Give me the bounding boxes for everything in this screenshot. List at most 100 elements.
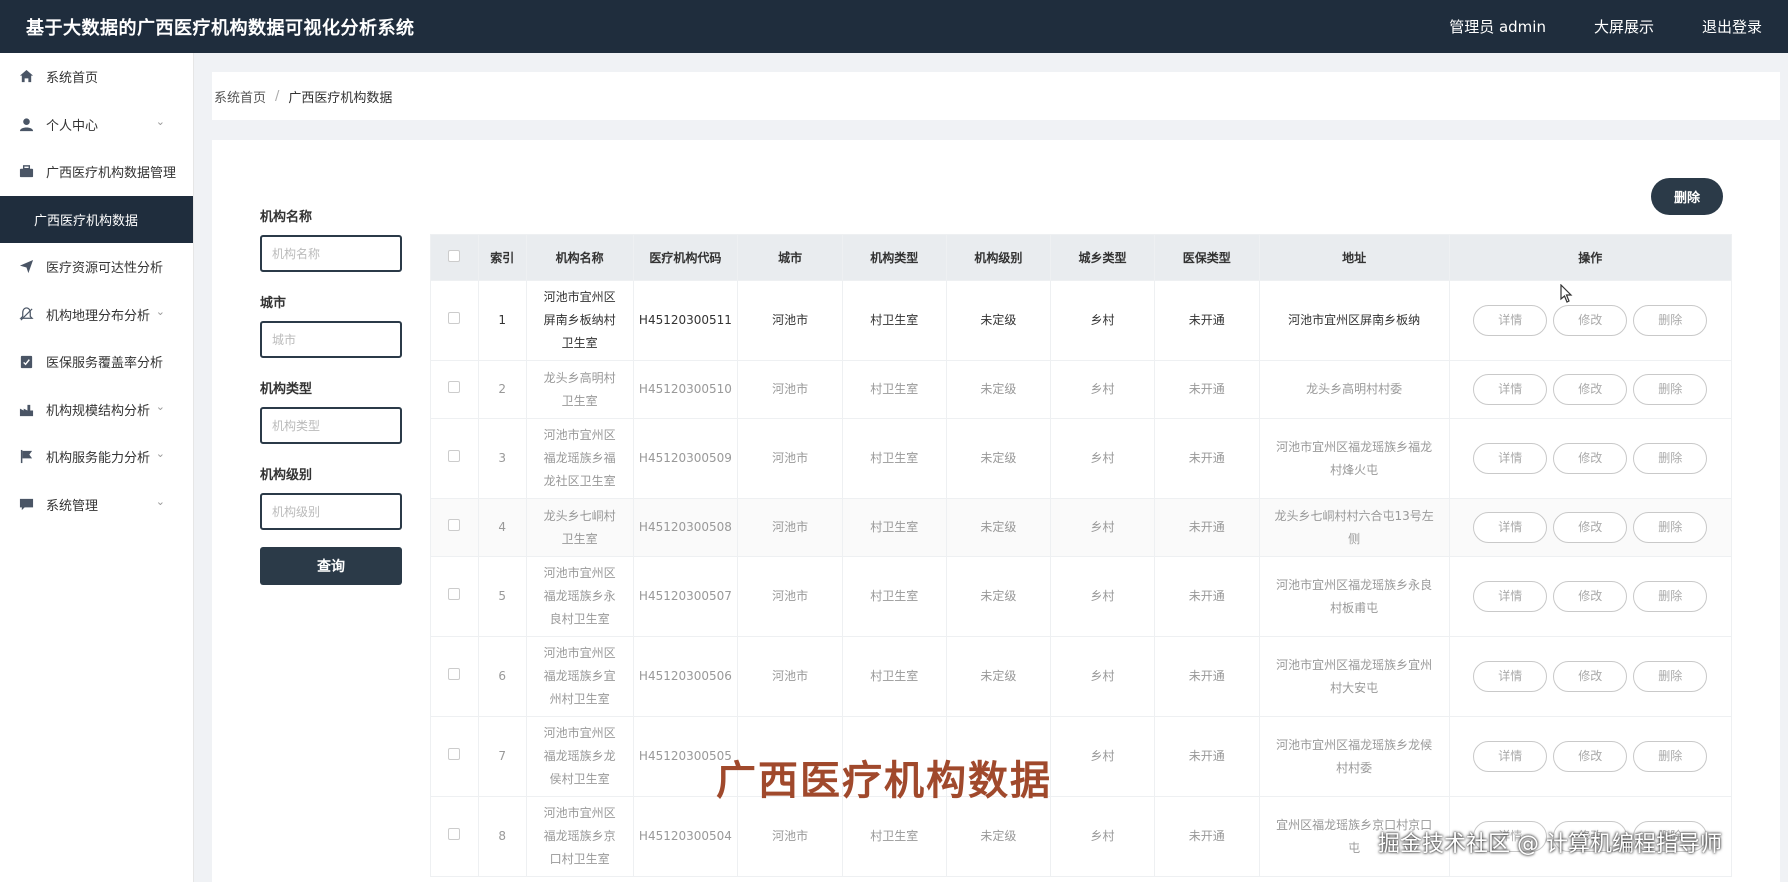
edit-button[interactable]: 修改 xyxy=(1553,443,1628,474)
city-filter-input[interactable] xyxy=(260,321,402,358)
cell-city: 河池市 xyxy=(737,418,843,499)
row-checkbox[interactable] xyxy=(448,668,461,680)
detail-button[interactable]: 详情 xyxy=(1473,443,1548,474)
row-checkbox[interactable] xyxy=(448,312,461,324)
sidebar-item-scale-structure[interactable]: 机构规模结构分析 ⌄ xyxy=(0,386,193,434)
sidebar-item-personal[interactable]: 个人中心 ⌄ xyxy=(0,101,193,149)
row-actions-cell: 详情 修改 删除 xyxy=(1448,418,1733,499)
edit-button[interactable]: 修改 xyxy=(1553,305,1628,336)
row-delete-button[interactable]: 删除 xyxy=(1633,443,1708,474)
row-delete-button[interactable]: 删除 xyxy=(1633,581,1708,612)
row-delete-button[interactable]: 删除 xyxy=(1633,305,1708,336)
row-select-cell[interactable] xyxy=(430,418,479,499)
type-filter-label: 机构类型 xyxy=(260,382,313,397)
table-row[interactable]: 3 河池市宜州区福龙瑶族乡福龙社区卫生室 H45120300509 河池市 村卫生室 未定… xyxy=(430,418,1733,499)
cell-index: 6 xyxy=(477,636,527,717)
table-row[interactable]: 4 龙头乡七峒村卫生室 H45120300508 河池市 村卫生室 未定级 乡村 未开通 龙头乡… xyxy=(430,498,1733,557)
cell-area: 乡村 xyxy=(1050,636,1155,717)
sidebar-item-geo-distribution[interactable]: 机构地理分布分析 ⌄ xyxy=(0,291,193,339)
cell-city: 河池市 xyxy=(737,498,843,557)
admin-user-link[interactable]: 管理员 admin xyxy=(1449,16,1546,37)
row-actions: 详情 修改 删除 xyxy=(1454,741,1727,772)
breadcrumb-home[interactable]: 系统首页 xyxy=(214,87,266,106)
flag-icon xyxy=(18,449,34,465)
name-filter-label: 机构名称 xyxy=(260,210,313,225)
row-delete-button[interactable]: 删除 xyxy=(1633,661,1708,692)
table-row[interactable]: 5 河池市宜州区福龙瑶族乡永良村卫生室 H45120300507 河池市 村卫生室 未定级… xyxy=(430,556,1733,637)
level-filter-input[interactable] xyxy=(260,493,402,530)
message-icon xyxy=(18,496,34,512)
cell-address: 龙头乡高明村村委 xyxy=(1258,360,1450,419)
row-checkbox[interactable] xyxy=(448,748,461,760)
cell-name: 龙头乡高明村卫生室 xyxy=(525,360,634,419)
table-row[interactable]: 6 河池市宜州区福龙瑶族乡宜州村卫生室 H45120300506 河池市 村卫生室 未定级… xyxy=(430,636,1733,717)
row-checkbox[interactable] xyxy=(448,519,461,531)
cell-code: H45120300508 xyxy=(632,498,739,557)
row-actions: 详情 修改 删除 xyxy=(1454,512,1727,543)
row-delete-button[interactable]: 删除 xyxy=(1633,374,1708,405)
detail-button[interactable]: 详情 xyxy=(1473,581,1548,612)
cell-level: 未定级 xyxy=(945,796,1052,877)
cell-code: H45120300509 xyxy=(632,418,739,499)
cell-name: 河池市宜州区福龙瑶族乡宜州村卫生室 xyxy=(525,636,634,717)
row-checkbox[interactable] xyxy=(448,450,461,462)
sidebar-item-insurance-coverage[interactable]: 医保服务覆盖率分析 xyxy=(0,338,193,386)
cell-name: 河池市宜州区福龙瑶族乡永良村卫生室 xyxy=(525,556,634,637)
row-select-cell[interactable] xyxy=(430,498,479,557)
row-select-cell[interactable] xyxy=(430,556,479,637)
sidebar-item-home[interactable]: 系统首页 xyxy=(0,53,193,101)
row-select-cell[interactable] xyxy=(430,796,479,877)
row-select-cell[interactable] xyxy=(430,636,479,717)
big-screen-link[interactable]: 大屏展示 xyxy=(1594,16,1654,37)
row-delete-button[interactable]: 删除 xyxy=(1633,512,1708,543)
cell-type: 村卫生室 xyxy=(841,280,947,361)
row-checkbox[interactable] xyxy=(448,828,461,840)
row-delete-button[interactable]: 删除 xyxy=(1633,741,1708,772)
row-actions: 详情 修改 删除 xyxy=(1454,374,1727,405)
table-row[interactable]: 2 龙头乡高明村卫生室 H45120300510 河池市 村卫生室 未定级 乡村 未开通 龙头乡… xyxy=(430,360,1733,419)
detail-button[interactable]: 详情 xyxy=(1473,661,1548,692)
cell-level: 未定级 xyxy=(945,556,1052,637)
breadcrumb-current: 广西医疗机构数据 xyxy=(288,90,393,106)
table-row[interactable]: 1 河池市宜州区屏南乡板纳村卫生室 H45120300511 河池市 村卫生室 未定级 乡村… xyxy=(430,280,1733,361)
sidebar-item-data-management[interactable]: 广西医疗机构数据管理 xyxy=(0,148,193,196)
edit-button[interactable]: 修改 xyxy=(1553,374,1628,405)
cell-type: 村卫生室 xyxy=(841,636,947,717)
cell-area: 乡村 xyxy=(1050,418,1155,499)
select-all-header[interactable] xyxy=(430,234,479,281)
cell-city: 河池市 xyxy=(737,636,843,717)
sidebar-item-service-capacity[interactable]: 机构服务能力分析 ⌄ xyxy=(0,433,193,481)
column-header-city: 城市 xyxy=(737,234,843,281)
batch-delete-button[interactable]: 删除 xyxy=(1651,178,1723,215)
row-actions-cell: 详情 修改 删除 xyxy=(1448,280,1733,361)
row-select-cell[interactable] xyxy=(430,716,479,797)
sidebar-item-medical-data[interactable]: 广西医疗机构数据 xyxy=(0,195,193,243)
column-header-code: 医疗机构代码 xyxy=(632,234,739,281)
edit-button[interactable]: 修改 xyxy=(1553,661,1628,692)
logout-link[interactable]: 退出登录 xyxy=(1702,16,1762,37)
row-checkbox[interactable] xyxy=(448,588,461,600)
edit-button[interactable]: 修改 xyxy=(1553,581,1628,612)
query-button[interactable]: 查询 xyxy=(260,547,402,585)
cell-level: 未定级 xyxy=(945,498,1052,557)
table-row[interactable]: 7 河池市宜州区福龙瑶族乡龙侯村卫生室 H45120300505 乡村 未开通 河池市宜州… xyxy=(430,716,1733,797)
cell-index: 3 xyxy=(477,418,527,499)
detail-button[interactable]: 详情 xyxy=(1473,374,1548,405)
sidebar-item-accessibility[interactable]: 医疗资源可达性分析 xyxy=(0,243,193,291)
cell-type: 村卫生室 xyxy=(841,498,947,557)
cell-insurance: 未开通 xyxy=(1153,498,1260,557)
type-filter-input[interactable] xyxy=(260,407,402,444)
detail-button[interactable]: 详情 xyxy=(1473,741,1548,772)
row-select-cell[interactable] xyxy=(430,280,479,361)
detail-button[interactable]: 详情 xyxy=(1473,305,1548,336)
detail-button[interactable]: 详情 xyxy=(1473,512,1548,543)
select-all-checkbox[interactable] xyxy=(448,250,461,262)
row-checkbox[interactable] xyxy=(448,381,461,393)
row-select-cell[interactable] xyxy=(430,360,479,419)
edit-button[interactable]: 修改 xyxy=(1553,512,1628,543)
sidebar-item-system-management[interactable]: 系统管理 ⌄ xyxy=(0,481,193,529)
sidebar: 系统首页 个人中心 ⌄ 广西医疗机构数据管理 广西医疗机构数据 医疗资源可达性分… xyxy=(0,53,194,882)
edit-button[interactable]: 修改 xyxy=(1553,741,1628,772)
sidebar-item-label: 个人中心 xyxy=(46,118,99,134)
name-filter-input[interactable] xyxy=(260,235,402,272)
